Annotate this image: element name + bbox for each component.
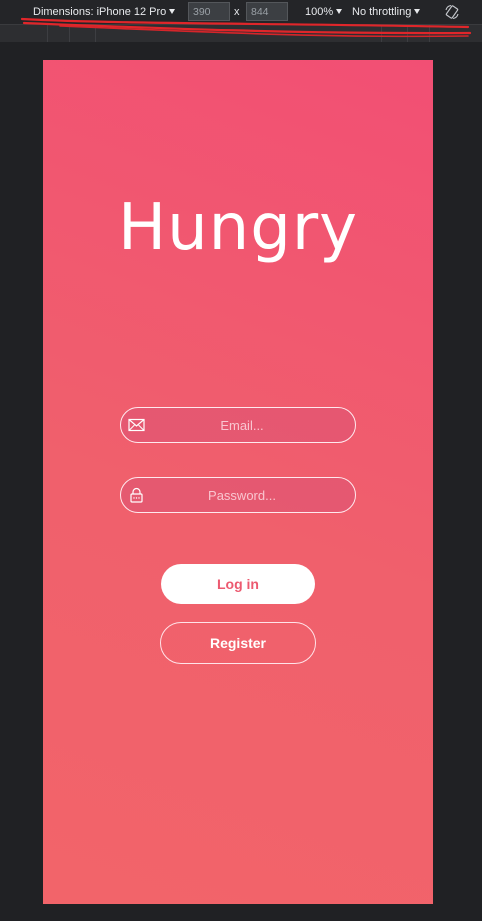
lock-icon [130, 487, 143, 503]
device-toolbar: Dimensions: iPhone 12 Pro 390 x 844 100%… [0, 0, 482, 24]
password-field[interactable]: Password... [120, 477, 356, 513]
email-input[interactable]: Email... [121, 418, 355, 433]
device-viewport: Hungry Email... Password... Log in Regis… [43, 60, 433, 904]
password-input[interactable]: Password... [121, 488, 355, 503]
login-button[interactable]: Log in [161, 564, 315, 604]
chevron-down-icon [336, 8, 343, 14]
device-dimensions-label: Dimensions: iPhone 12 Pro [33, 6, 167, 18]
email-field[interactable]: Email... [120, 407, 356, 443]
device-dimensions-dropdown[interactable]: Dimensions: iPhone 12 Pro [33, 0, 176, 24]
ruler-tick [47, 25, 48, 42]
chevron-down-icon [169, 8, 176, 14]
chevron-down-icon [414, 8, 421, 14]
rotate-icon[interactable] [444, 4, 460, 20]
height-input[interactable]: 844 [246, 2, 288, 21]
throttling-label: No throttling [352, 6, 412, 18]
app-title: Hungry [117, 191, 359, 265]
envelope-icon [128, 418, 145, 432]
media-query-ruler[interactable] [0, 24, 482, 42]
register-button-label: Register [209, 635, 267, 651]
login-button-label: Log in [217, 576, 259, 592]
width-input[interactable]: 390 [188, 2, 230, 21]
zoom-label: 100% [305, 6, 334, 18]
zoom-dropdown[interactable]: 100% [305, 0, 343, 24]
ruler-tick [95, 25, 96, 42]
ruler-tick [429, 25, 430, 42]
ruler-tick [407, 25, 408, 42]
register-button[interactable]: Register [160, 622, 316, 664]
ruler-tick [69, 25, 70, 42]
ruler-tick [381, 25, 382, 42]
dimension-separator: x [234, 6, 240, 18]
throttling-dropdown[interactable]: No throttling [352, 0, 421, 24]
